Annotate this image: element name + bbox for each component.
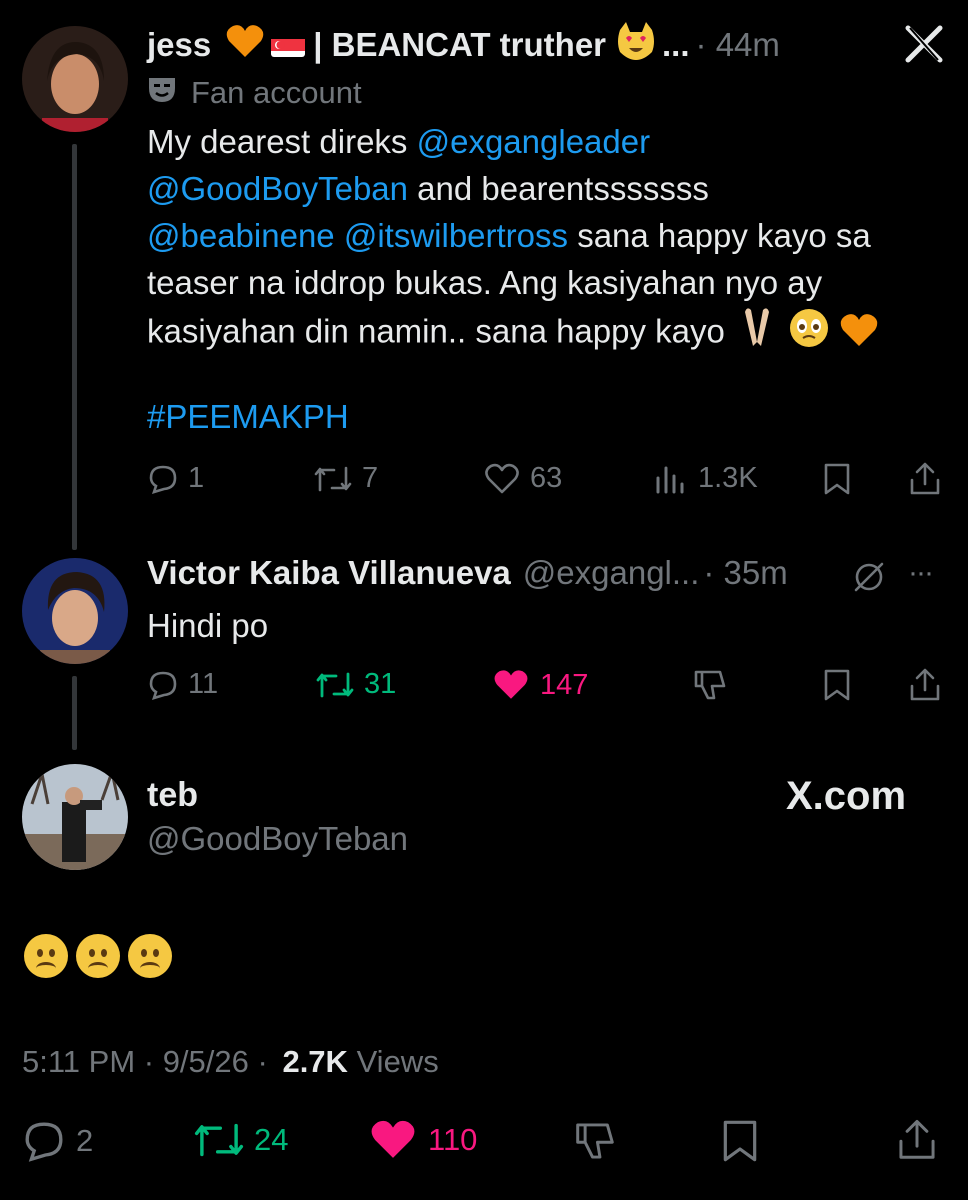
share-icon xyxy=(896,1118,938,1162)
heart-icon xyxy=(484,463,520,495)
mention-link[interactable]: @GoodBoyTeban xyxy=(147,170,408,207)
tweet-meta: 5:11 PM · 9/5/26 · 2.7K Views xyxy=(22,1044,439,1080)
handle[interactable]: @exgangl... xyxy=(523,554,700,592)
repost-button[interactable]: 24 xyxy=(194,1120,288,1160)
tweet-text-line: @beabinene @itswilbertross sana happy ka… xyxy=(147,212,947,259)
reply-count: 1 xyxy=(188,462,205,494)
name-suffix: | BEANCAT truther xyxy=(313,26,607,63)
tweet-text-segment: and bearentsssssss xyxy=(408,170,709,207)
mention-link[interactable]: @exgangleader xyxy=(417,123,651,160)
repost-count: 31 xyxy=(364,668,397,700)
thread-line xyxy=(72,144,77,550)
like-count: 110 xyxy=(428,1122,478,1157)
like-count: 147 xyxy=(540,668,589,701)
hashtag-link[interactable]: #PEEMAKPH xyxy=(147,398,349,436)
tweet-text-segment: teaser na iddrop bukas. Ang kasiyahan ny… xyxy=(147,264,823,301)
views-button[interactable]: 1.3K xyxy=(654,462,758,495)
tweet-text-line: kasiyahan din namin.. sana happy kayo xyxy=(147,306,947,362)
repost-button[interactable]: 7 xyxy=(314,462,378,495)
avatar[interactable] xyxy=(22,26,128,132)
bookmark-button[interactable] xyxy=(720,1118,760,1164)
orange-heart-icon xyxy=(225,23,265,67)
like-count: 63 xyxy=(530,462,563,494)
views-count: 2.7K xyxy=(282,1044,348,1079)
x-logo-icon xyxy=(904,24,944,69)
repost-count: 24 xyxy=(254,1122,289,1157)
views-icon xyxy=(654,464,688,494)
singapore-flag-icon xyxy=(271,33,306,57)
thumbs-down-icon xyxy=(692,668,728,702)
name-ellipsis: ... xyxy=(662,26,690,63)
tweet-text-line: teaser na iddrop bukas. Ang kasiyahan ny… xyxy=(147,259,947,306)
repost-icon xyxy=(314,464,352,494)
bookmark-icon xyxy=(822,668,852,702)
tweet-text: My dearest direks @exgangleader @GoodBoyT… xyxy=(147,118,947,362)
share-icon xyxy=(908,668,942,702)
tweet-header: jess | BEANCAT truther ... · 44m xyxy=(147,22,780,68)
heart-icon xyxy=(492,668,530,702)
avatar[interactable] xyxy=(22,558,128,664)
avatar[interactable] xyxy=(22,764,128,870)
tweet-header: Victor Kaiba Villanueva @exgangl... · 35… xyxy=(147,554,788,592)
reply-icon xyxy=(148,464,178,494)
thumbs-down-icon xyxy=(572,1120,618,1162)
more-options-button[interactable]: ··· xyxy=(908,556,934,590)
repost-button[interactable]: 31 xyxy=(316,668,396,701)
fan-account-badge: Fan account xyxy=(147,74,362,112)
repost-icon xyxy=(194,1120,244,1160)
reply-icon xyxy=(148,670,178,700)
tweet-text-segment: kasiyahan din namin.. sana happy kayo xyxy=(147,312,725,350)
tweet-text-segment xyxy=(335,217,344,254)
thread-line xyxy=(72,676,77,750)
heart-eyes-cat-icon xyxy=(616,22,656,68)
display-name[interactable]: teb xyxy=(147,776,198,815)
display-name[interactable]: Victor Kaiba Villanueva xyxy=(147,554,511,592)
tweet-text xyxy=(24,934,180,978)
mention-link[interactable]: @itswilbertross xyxy=(344,217,568,254)
slightly-frowning-face-icon xyxy=(76,934,120,978)
share-icon xyxy=(908,462,942,496)
like-button[interactable]: 147 xyxy=(492,668,588,702)
handle[interactable]: @GoodBoyTeban xyxy=(147,820,408,858)
tweet-time: · 44m xyxy=(695,26,780,63)
repost-count: 7 xyxy=(362,462,379,494)
reply-button[interactable]: 1 xyxy=(148,462,204,495)
slightly-frowning-face-icon xyxy=(128,934,172,978)
bookmark-icon xyxy=(822,462,852,496)
bookmark-button[interactable] xyxy=(822,462,852,496)
reply-icon xyxy=(22,1120,66,1162)
mask-icon xyxy=(147,74,177,112)
like-button[interactable]: 63 xyxy=(484,462,562,495)
bookmark-button[interactable] xyxy=(822,668,852,702)
reply-button[interactable]: 11 xyxy=(148,668,218,701)
tweet-text-line: @GoodBoyTeban and bearentsssssss xyxy=(147,165,947,212)
badge-label: Fan account xyxy=(191,75,362,110)
tweet-time: · 35m xyxy=(703,554,788,591)
reply-button[interactable]: 2 xyxy=(22,1120,93,1162)
like-button[interactable]: 110 xyxy=(368,1118,477,1162)
heart-icon xyxy=(368,1118,418,1162)
downvote-button[interactable] xyxy=(572,1120,618,1162)
bookmark-icon xyxy=(720,1118,760,1164)
grok-icon[interactable] xyxy=(852,560,886,599)
tweet-text-segment: My dearest direks xyxy=(147,123,417,160)
tweet-text: Hindi po xyxy=(147,607,269,644)
reply-count: 11 xyxy=(188,668,219,700)
mention-link[interactable]: @beabinene xyxy=(147,217,335,254)
emoji-group-icon xyxy=(737,306,887,362)
tweet-text-segment: sana happy kayo sa xyxy=(568,217,871,254)
timestamp: 5:11 PM · 9/5/26 · xyxy=(22,1044,268,1079)
slightly-frowning-face-icon xyxy=(24,934,68,978)
views-label: Views xyxy=(356,1044,439,1079)
display-name[interactable]: jess xyxy=(147,26,211,64)
watermark: X.com xyxy=(786,774,907,818)
share-button[interactable] xyxy=(908,462,942,496)
downvote-button[interactable] xyxy=(692,668,728,702)
reply-count: 2 xyxy=(76,1123,94,1158)
share-button[interactable] xyxy=(908,668,942,702)
views-count: 1.3K xyxy=(698,462,758,494)
repost-icon xyxy=(316,670,354,700)
share-button[interactable] xyxy=(896,1118,938,1162)
tweet-text-line: My dearest direks @exgangleader xyxy=(147,118,947,165)
